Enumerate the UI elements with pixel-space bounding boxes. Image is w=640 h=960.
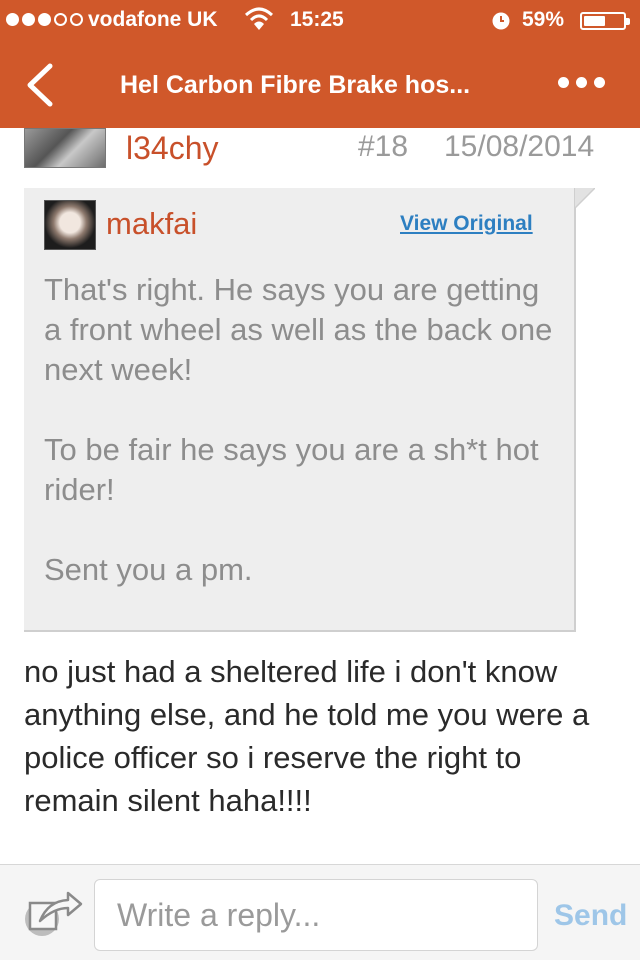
quote-corner-fold — [575, 188, 595, 208]
top-bar: vodafone UK 15:25 59% Hel Carbon Fibre B… — [0, 0, 640, 128]
chevron-left-icon[interactable] — [22, 62, 62, 108]
quote-text: That's right. He says you are getting a … — [44, 270, 559, 590]
battery-fill — [584, 16, 605, 26]
compose-bar: Send — [0, 864, 640, 960]
quote-paragraph: Sent you a pm. — [44, 552, 253, 587]
alarm-icon — [492, 12, 510, 30]
send-button[interactable]: Send — [554, 899, 627, 933]
avatar[interactable] — [24, 128, 106, 168]
thread-title: Hel Carbon Fibre Brake hos... — [120, 71, 471, 99]
battery-percent: 59% — [522, 8, 565, 31]
post-number: #18 — [358, 130, 409, 163]
view-original-link[interactable]: View Original — [400, 212, 533, 236]
reply-input[interactable] — [94, 879, 538, 951]
signal-dots-icon — [6, 13, 83, 26]
carrier-name: vodafone UK — [88, 8, 218, 31]
quote-username[interactable]: makfai — [106, 206, 197, 242]
post-username[interactable]: l34chy — [126, 130, 219, 167]
more-dots-icon[interactable] — [558, 77, 605, 88]
quote-paragraph: That's right. He says you are getting a … — [44, 272, 553, 387]
post-header: l34chy #18 15/08/2014 — [0, 128, 640, 176]
post-body: no just had a sheltered life i don't kno… — [24, 654, 590, 818]
wifi-icon — [244, 7, 274, 30]
quote-paragraph: To be fair he says you are a sh*t hot ri… — [44, 432, 539, 507]
clock-time: 15:25 — [290, 8, 344, 31]
post-date: 15/08/2014 — [444, 130, 595, 163]
nav-bar: Hel Carbon Fibre Brake hos... — [0, 40, 640, 128]
share-reply-icon[interactable] — [24, 887, 84, 939]
quote-avatar[interactable] — [44, 200, 96, 250]
quote-box: makfai View Original That's right. He sa… — [24, 188, 576, 632]
battery-icon — [580, 12, 630, 30]
status-bar: vodafone UK 15:25 59% — [0, 0, 640, 40]
